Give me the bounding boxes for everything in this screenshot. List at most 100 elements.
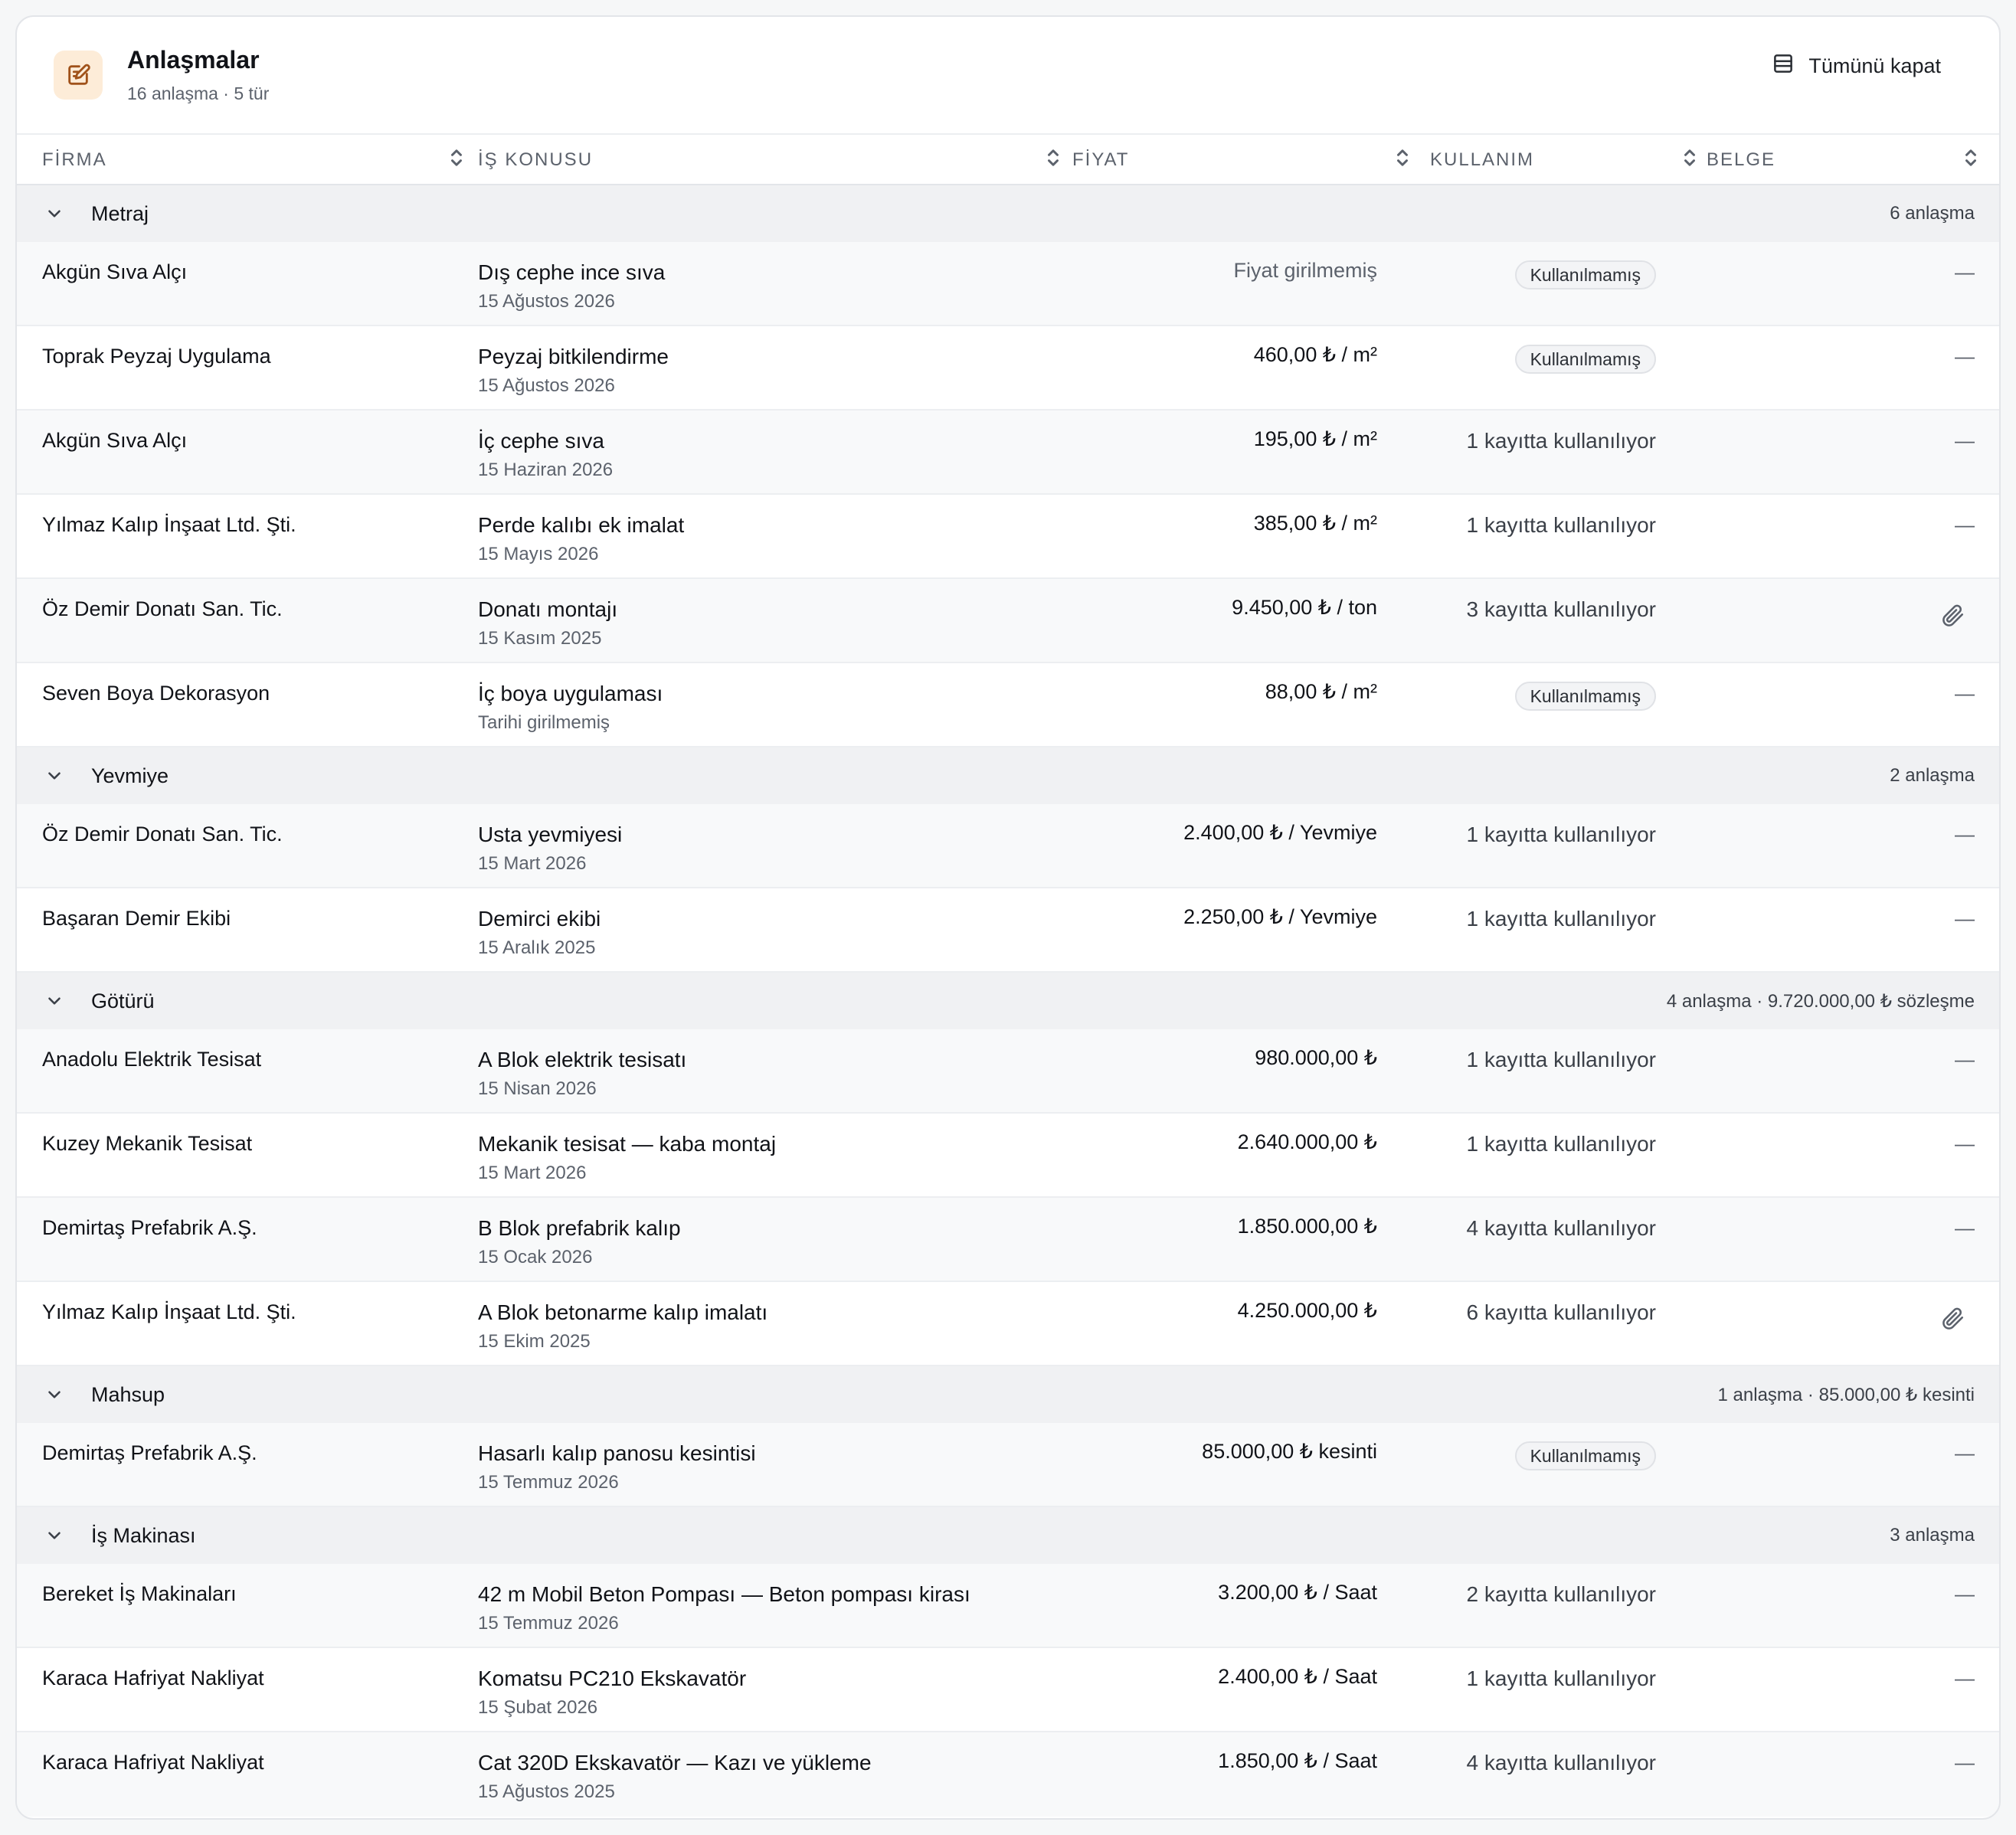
table-row[interactable]: Seven Boya Dekorasyon İç boya uygulaması T… (17, 663, 1999, 747)
collapse-all-button[interactable]: Tümünü kapat (1772, 52, 1941, 80)
usage-text: 1 kayıtta kullanılıyor (1466, 1048, 1656, 1071)
subject-date: 15 Kasım 2025 (478, 628, 602, 649)
subject-text: Cat 320D Ekskavatör — Kazı ve yükleme (478, 1751, 872, 1774)
table-row[interactable]: Başaran Demir Ekibi Demirci ekibi 15 Aralı… (17, 888, 1999, 973)
paperclip-icon[interactable] (1939, 602, 1965, 632)
price-text: Fiyat girilmemiş (1233, 259, 1377, 282)
column-price-header[interactable]: FİYAT (1072, 135, 1411, 185)
column-header-label: BELGE (1707, 149, 1776, 170)
firm-name: Anadolu Elektrik Tesisat (42, 1048, 262, 1071)
paperclip-icon[interactable] (1939, 1305, 1965, 1335)
column-document-header[interactable]: BELGE (1707, 135, 1979, 185)
price-text: 2.400,00 ₺ / Saat (1218, 1665, 1377, 1688)
group-header[interactable]: Yevmiye 2 anlaşma (17, 747, 1999, 804)
subject-date: 15 Ağustos 2026 (478, 291, 615, 312)
table-row[interactable]: Karaca Hafriyat Nakliyat Komatsu PC210 Ek… (17, 1648, 1999, 1732)
group-name: Metraj (91, 201, 149, 225)
table-body: Metraj 6 anlaşma Akgün Sıva Alçı Dış cephe … (17, 185, 1999, 1817)
table-header: FİRMA İŞ KONUSU FİYAT KULLANIM BELGE (17, 133, 1999, 185)
price-text: 2.250,00 ₺ / Yevmiye (1183, 905, 1377, 928)
document-empty: — (1955, 1441, 1975, 1464)
group-header[interactable]: Mahsup 1 anlaşma · 85.000,00 ₺ kesinti (17, 1366, 1999, 1423)
subject-text: A Blok betonarme kalıp imalatı (478, 1300, 768, 1324)
sort-icon[interactable] (1962, 146, 1979, 175)
page-title: Anlaşmalar (127, 46, 260, 74)
table-row[interactable]: Akgün Sıva Alçı Dış cephe ince sıva 15 Ağu… (17, 242, 1999, 326)
column-header-label: KULLANIM (1430, 149, 1535, 170)
chevron-down-icon[interactable] (44, 204, 64, 227)
subject-text: İç cephe sıva (478, 429, 604, 453)
column-usage-header[interactable]: KULLANIM (1430, 135, 1698, 185)
price-text: 85.000,00 ₺ kesinti (1202, 1440, 1377, 1463)
group-header[interactable]: Götürü 4 anlaşma · 9.720.000,00 ₺ sözleşm… (17, 973, 1999, 1029)
group-name: İş Makinası (91, 1523, 196, 1547)
subject-date: 15 Şubat 2026 (478, 1697, 598, 1718)
chevron-down-icon[interactable] (44, 1526, 64, 1549)
page-subtitle: 16 anlaşma · 5 tür (127, 83, 270, 103)
table-row[interactable]: Anadolu Elektrik Tesisat A Blok elektrik … (17, 1029, 1999, 1114)
sort-icon[interactable] (448, 146, 465, 175)
table-row[interactable]: Karaca Hafriyat Nakliyat Cat 320D Ekskava… (17, 1732, 1999, 1817)
subject-date: 15 Haziran 2026 (478, 460, 614, 480)
firm-name: Yılmaz Kalıp İnşaat Ltd. Şti. (42, 513, 296, 536)
price-text: 1.850,00 ₺ / Saat (1218, 1749, 1377, 1772)
document-empty: — (1955, 1667, 1975, 1689)
document-empty: — (1955, 429, 1975, 452)
table-row[interactable]: Kuzey Mekanik Tesisat Mekanik tesisat — k… (17, 1114, 1999, 1198)
document-empty: — (1955, 823, 1975, 846)
table-row[interactable]: Bereket İş Makinaları 42 m Mobil Beton Po… (17, 1564, 1999, 1648)
document-empty: — (1955, 907, 1975, 930)
document-empty: — (1955, 682, 1975, 705)
sort-icon[interactable] (1045, 146, 1062, 175)
subject-text: A Blok elektrik tesisatı (478, 1048, 687, 1071)
chevron-down-icon[interactable] (44, 766, 64, 790)
column-subject-header[interactable]: İŞ KONUSU (478, 135, 1062, 185)
subject-date: 15 Ocak 2026 (478, 1247, 593, 1267)
card-header: Anlaşmalar 16 anlaşma · 5 tür Tümünü kap… (17, 17, 1999, 133)
table-row[interactable]: Akgün Sıva Alçı İç cephe sıva 15 Haziran 2… (17, 411, 1999, 495)
chevron-down-icon[interactable] (44, 991, 64, 1015)
usage-text: 1 kayıtta kullanılıyor (1466, 907, 1656, 931)
subject-date: 15 Mart 2026 (478, 1163, 587, 1183)
document-empty: — (1955, 345, 1975, 368)
usage-badge: Kullanılmamış (1514, 345, 1656, 374)
firm-name: Yılmaz Kalıp İnşaat Ltd. Şti. (42, 1300, 296, 1323)
usage-text: 6 kayıtta kullanılıyor (1466, 1300, 1656, 1324)
subject-date: 15 Ekim 2025 (478, 1331, 591, 1352)
firm-name: Demirtaş Prefabrik A.Ş. (42, 1441, 257, 1464)
table-row[interactable]: Demirtaş Prefabrik A.Ş. Hasarlı kalıp pan… (17, 1423, 1999, 1507)
column-header-label: İŞ KONUSU (478, 149, 594, 170)
table-row[interactable]: Toprak Peyzaj Uygulama Peyzaj bitkilendir… (17, 326, 1999, 411)
table-row[interactable]: Öz Demir Donatı San. Tic. Usta yevmiyesi 1… (17, 804, 1999, 888)
subject-text: Perde kalıbı ek imalat (478, 513, 685, 537)
table-row[interactable]: Yılmaz Kalıp İnşaat Ltd. Şti. A Blok beto… (17, 1282, 1999, 1366)
group-header[interactable]: Metraj 6 anlaşma (17, 185, 1999, 242)
subject-text: Usta yevmiyesi (478, 823, 623, 846)
subject-date: 15 Ağustos 2025 (478, 1781, 615, 1802)
table-row[interactable]: Demirtaş Prefabrik A.Ş. B Blok prefabrik … (17, 1198, 1999, 1282)
subject-date: 15 Temmuz 2026 (478, 1613, 619, 1634)
firm-name: Öz Demir Donatı San. Tic. (42, 597, 283, 620)
subject-date: 15 Mart 2026 (478, 853, 587, 874)
firm-name: Karaca Hafriyat Nakliyat (42, 1751, 264, 1774)
column-firm-header[interactable]: FİRMA (42, 135, 465, 185)
usage-badge: Kullanılmamış (1514, 260, 1656, 289)
group-name: Mahsup (91, 1382, 165, 1406)
chevron-down-icon[interactable] (44, 1385, 64, 1408)
group-name: Götürü (91, 989, 155, 1012)
table-row[interactable]: Yılmaz Kalıp İnşaat Ltd. Şti. Perde kalıb… (17, 495, 1999, 579)
price-text: 9.450,00 ₺ / ton (1232, 596, 1377, 619)
table-row[interactable]: Öz Demir Donatı San. Tic. Donatı montajı 1… (17, 579, 1999, 663)
document-empty: — (1955, 1132, 1975, 1155)
firm-name: Toprak Peyzaj Uygulama (42, 345, 271, 368)
usage-text: 4 kayıtta kullanılıyor (1466, 1216, 1656, 1240)
sort-icon[interactable] (1681, 146, 1698, 175)
sort-icon[interactable] (1394, 146, 1411, 175)
group-summary: 6 anlaşma (1890, 203, 1975, 224)
subject-text: İç boya uygulaması (478, 682, 663, 705)
usage-text: 4 kayıtta kullanılıyor (1466, 1751, 1656, 1774)
group-header[interactable]: İş Makinası 3 anlaşma (17, 1507, 1999, 1564)
subject-date: 15 Temmuz 2026 (478, 1472, 619, 1493)
group-summary: 3 anlaşma (1890, 1525, 1975, 1546)
subject-date: Tarihi girilmemiş (478, 712, 610, 733)
